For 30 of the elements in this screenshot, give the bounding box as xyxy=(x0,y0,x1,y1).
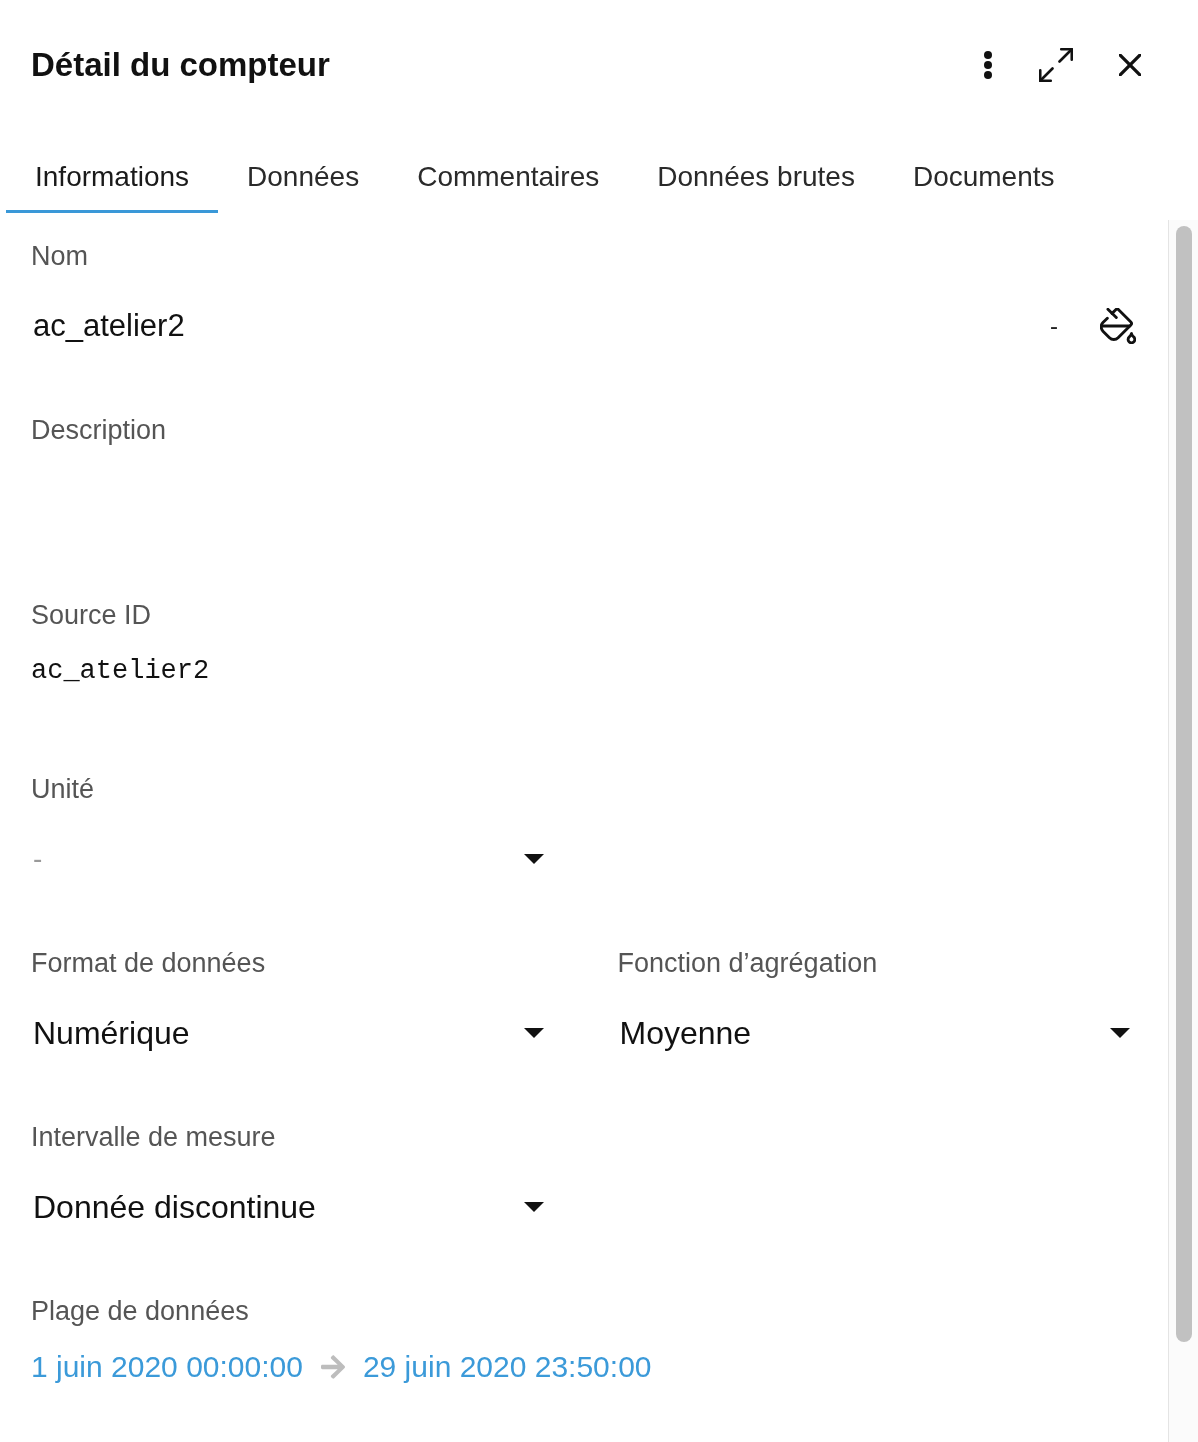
field-label: Description xyxy=(31,414,167,447)
dropdown[interactable]: Donnée discontinue xyxy=(31,1174,550,1240)
field-label: Source ID xyxy=(31,599,152,632)
expand-icon[interactable] xyxy=(1039,48,1073,82)
tab[interactable]: Documents xyxy=(883,140,1084,213)
tab[interactable]: Commentaires xyxy=(388,140,629,213)
close-icon[interactable] xyxy=(1119,54,1141,76)
arrow-right-icon xyxy=(320,1354,345,1380)
field-label: Plage de données xyxy=(31,1295,249,1328)
caret-icon xyxy=(1110,1028,1130,1038)
tab[interactable]: Données brutes xyxy=(628,140,884,213)
field-label: Format de données xyxy=(31,947,266,980)
dropdown[interactable]: Moyenne xyxy=(617,1000,1136,1066)
tab[interactable]: Données xyxy=(218,140,389,213)
scrollbar-thumb[interactable] xyxy=(1176,226,1192,1342)
source-id-value: ac_atelier2 xyxy=(31,656,210,686)
name-value: ac_atelier2 xyxy=(32,308,185,344)
field-label: Unité xyxy=(31,773,95,806)
field-label: Fonction d’agrégation xyxy=(617,947,878,980)
more-menu-icon[interactable] xyxy=(983,51,993,79)
caret-icon xyxy=(523,854,544,864)
dropdown[interactable]: Numérique xyxy=(31,1000,550,1066)
color-value: - xyxy=(1050,312,1058,340)
panel-title: Détail du compteur xyxy=(31,46,330,84)
tab[interactable]: Informations xyxy=(6,140,219,213)
paint-bucket-icon[interactable] xyxy=(1100,308,1136,344)
caret-icon xyxy=(523,1202,544,1212)
field-label: Nom xyxy=(31,240,88,273)
field-label: Intervalle de mesure xyxy=(31,1121,276,1154)
caret-icon xyxy=(523,1028,544,1038)
